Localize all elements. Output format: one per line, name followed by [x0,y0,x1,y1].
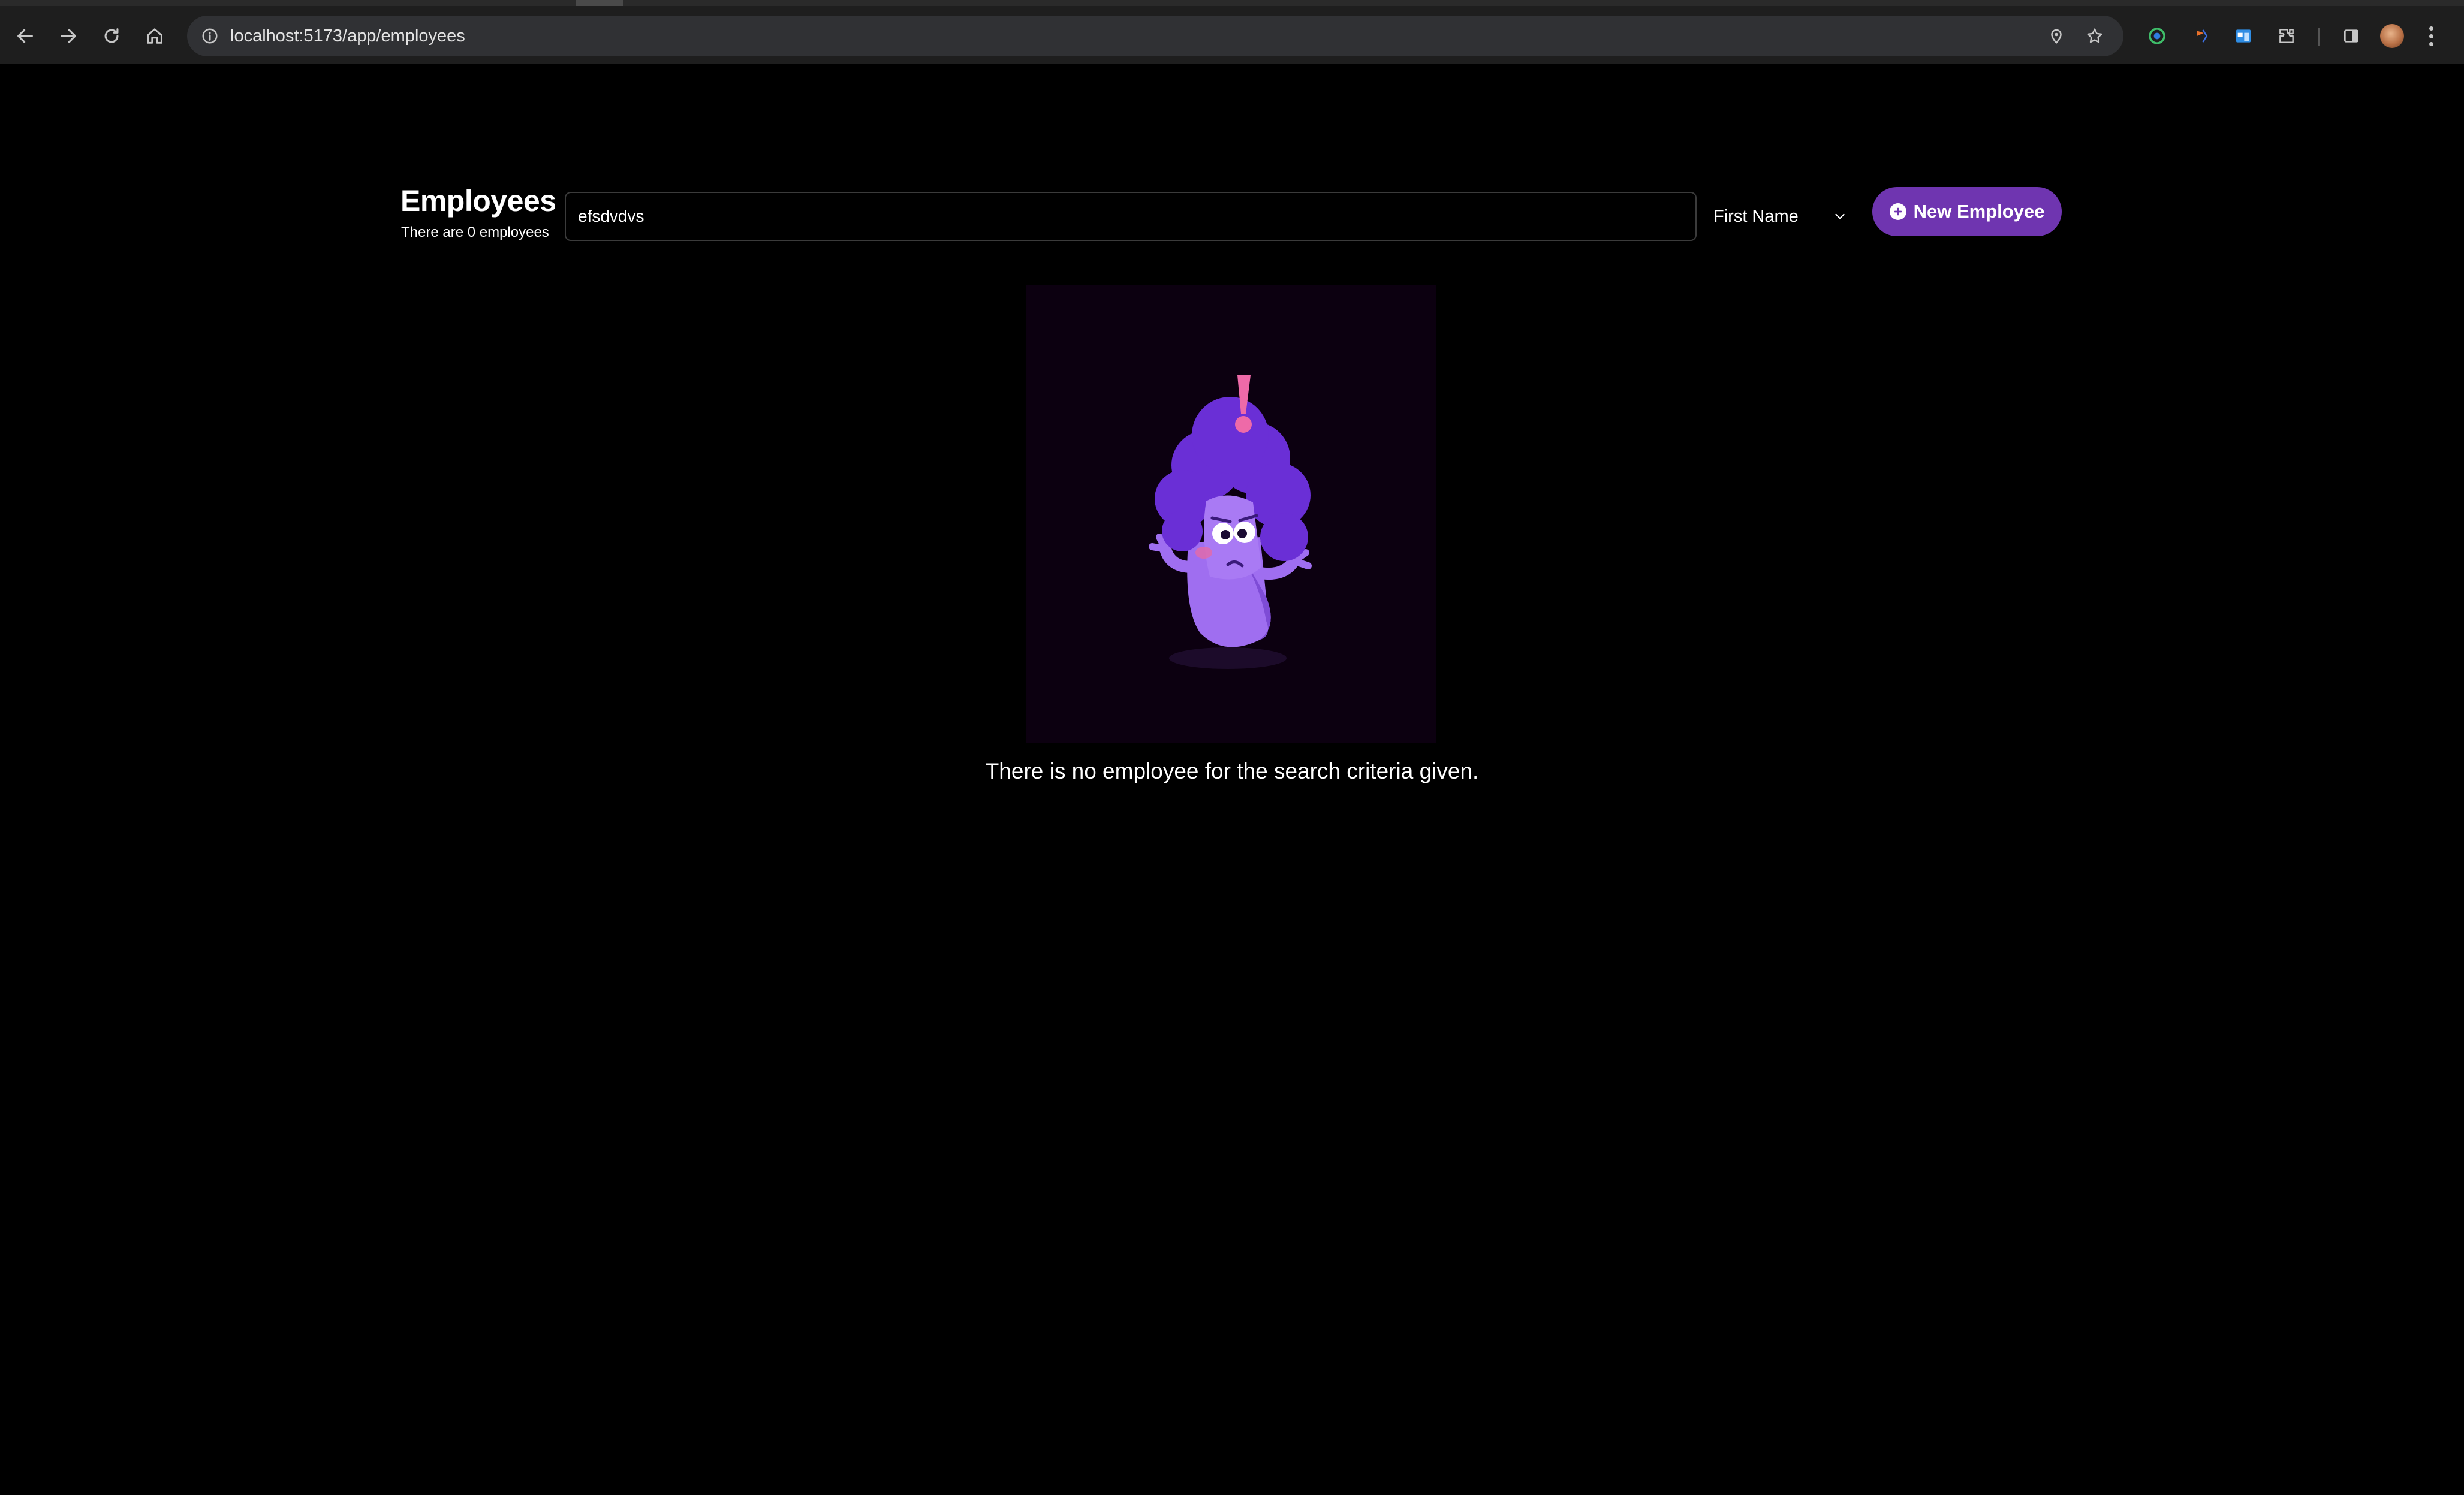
search-field-label: First Name [1713,206,1799,226]
bookmark-star-icon[interactable] [2082,23,2108,49]
confused-character-icon [1149,375,1312,669]
back-icon[interactable] [8,19,42,53]
reload-icon[interactable] [95,19,128,53]
tab-strip [0,0,2464,6]
extension-window-icon[interactable] [2230,23,2257,49]
side-panel-icon[interactable] [2338,23,2364,49]
page-title: Employees [400,184,556,218]
tab-strip-active-hint [576,0,623,6]
empty-state-illustration [1026,285,1436,743]
address-url[interactable]: localhost:5173/app/employees [230,16,465,56]
search-field-select[interactable]: First Name [1713,192,1851,241]
new-employee-button[interactable]: New Employee [1872,187,2062,236]
search-input[interactable] [565,192,1697,241]
employees-page: Employees There are 0 employees First Na… [0,64,2464,1495]
site-info-icon[interactable] [195,22,224,50]
plus-circle-icon [1889,203,1906,220]
extensions-puzzle-icon[interactable] [2273,23,2300,49]
profile-avatar[interactable] [2380,24,2404,48]
home-icon[interactable] [138,19,171,53]
extension-flag-icon[interactable] [2188,23,2215,49]
address-bar[interactable]: localhost:5173/app/employees [187,16,2123,56]
forward-icon[interactable] [52,19,85,53]
employee-count: There are 0 employees [401,224,549,240]
extension-circle-icon[interactable] [2144,23,2170,49]
empty-state-message: There is no employee for the search crit… [985,759,1479,783]
location-icon[interactable] [2043,23,2070,49]
chevron-down-icon [1835,213,1845,219]
browser-toolbar: localhost:5173/app/employees [0,6,2464,65]
new-employee-label: New Employee [1913,201,2045,222]
menu-icon[interactable] [2422,23,2440,49]
toolbar-divider [2318,28,2320,46]
